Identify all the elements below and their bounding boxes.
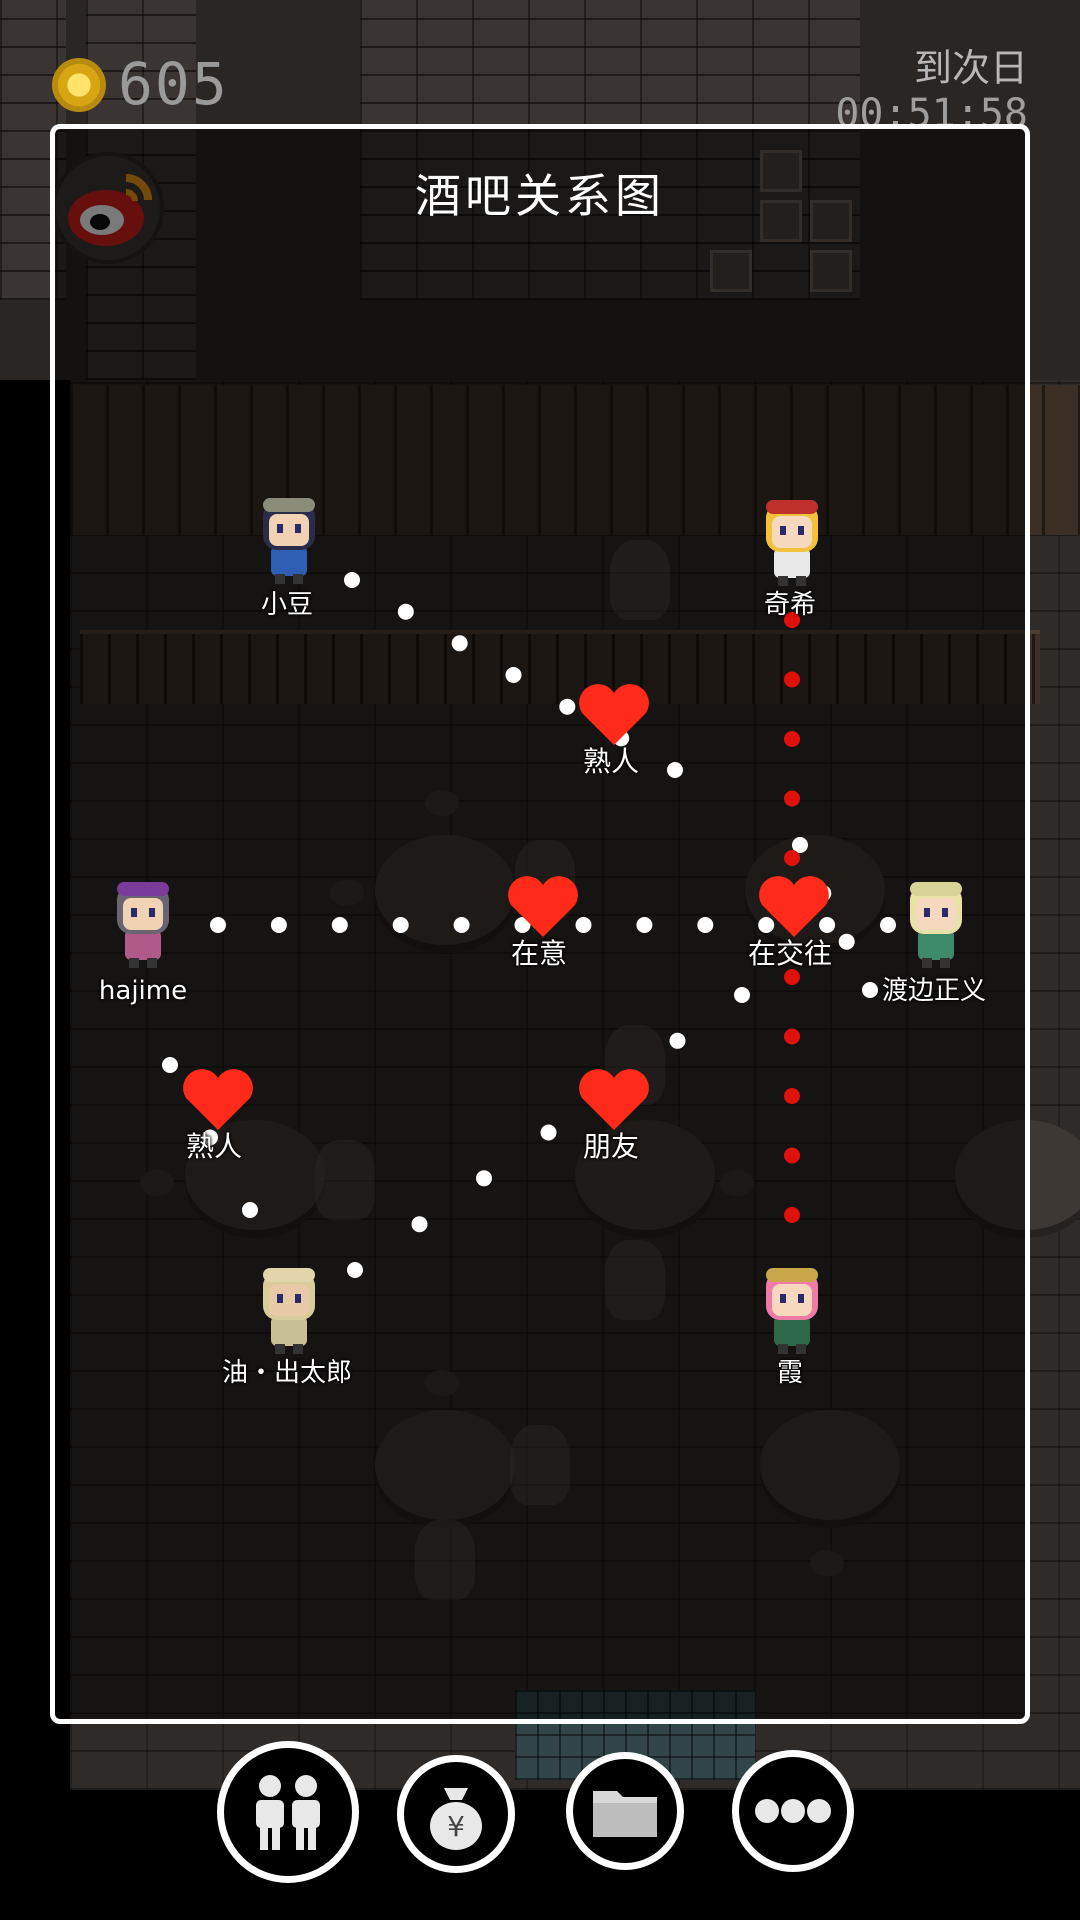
red-edge-dot [784,850,800,866]
edge-dot [734,987,750,1003]
character-name: 小豆 [260,590,313,620]
relation-label: 在意 [510,937,567,970]
heart-icon [579,1069,649,1130]
edge-dot [880,917,896,933]
heart-icon [579,684,649,745]
character-name: hajime [98,976,188,1006]
character-xiaodou[interactable] [249,488,329,588]
edge-dot [476,1170,492,1187]
character-hajime[interactable] [103,872,183,972]
edge-dot [451,635,468,652]
character-name: 油・出太郎 [221,1358,352,1388]
edge-dot [270,917,287,933]
character-qixi[interactable] [752,490,832,590]
character-watanabe[interactable] [896,872,976,972]
edge-dot [697,917,714,933]
character-sprite [766,1268,818,1354]
edge-dot [411,1216,428,1233]
folder-icon [593,1791,657,1837]
red-edge-dot [784,1147,800,1164]
red-edge-dot [784,1207,800,1223]
edge-dot [347,1262,363,1278]
red-edge-dot [784,969,800,985]
edge-dot [505,667,522,683]
edge-dot [559,698,576,715]
red-edge-dot [784,731,800,747]
edge-dot [162,1057,178,1073]
relation-label: 熟人 [185,1130,242,1163]
character-yu-detaro[interactable] [249,1258,329,1358]
edge-dot [331,917,348,933]
files-button[interactable] [566,1752,684,1870]
red-edge-dot [784,1088,800,1104]
money-bag-icon: ¥ [430,1788,482,1850]
red-edge-dot [784,671,800,688]
heart-icon [759,876,829,937]
edge-dot [392,917,409,933]
people-icon [256,1775,320,1850]
relation-label: 朋友 [582,1130,639,1163]
money-button[interactable]: ¥ [397,1755,515,1873]
edge-dot [210,917,226,933]
edge-dot [636,917,653,933]
heart-icon [183,1069,253,1130]
edge-dot [242,1202,258,1218]
more-button[interactable] [732,1750,854,1872]
character-sprite [263,1268,315,1354]
red-edge-dot [784,1028,800,1045]
character-sprite [910,882,962,968]
character-kasumi[interactable] [752,1258,832,1358]
character-sprite [263,498,315,584]
people-button[interactable] [217,1741,359,1883]
relation-label: 熟人 [582,745,639,778]
relation-label: 在交往 [747,937,832,970]
character-name: 奇希 [763,590,816,620]
svg-text:¥: ¥ [447,1810,465,1843]
edge-dot [344,572,360,588]
more-icon [755,1799,831,1823]
edge-dot [453,917,470,933]
character-sprite [117,882,169,968]
red-edge-dot [784,790,800,807]
character-sprite [766,500,818,586]
edge-dot [669,1032,686,1049]
character-name: 霞 [776,1358,803,1388]
character-name: 渡边正义 [881,976,986,1006]
heart-icon [508,876,578,937]
